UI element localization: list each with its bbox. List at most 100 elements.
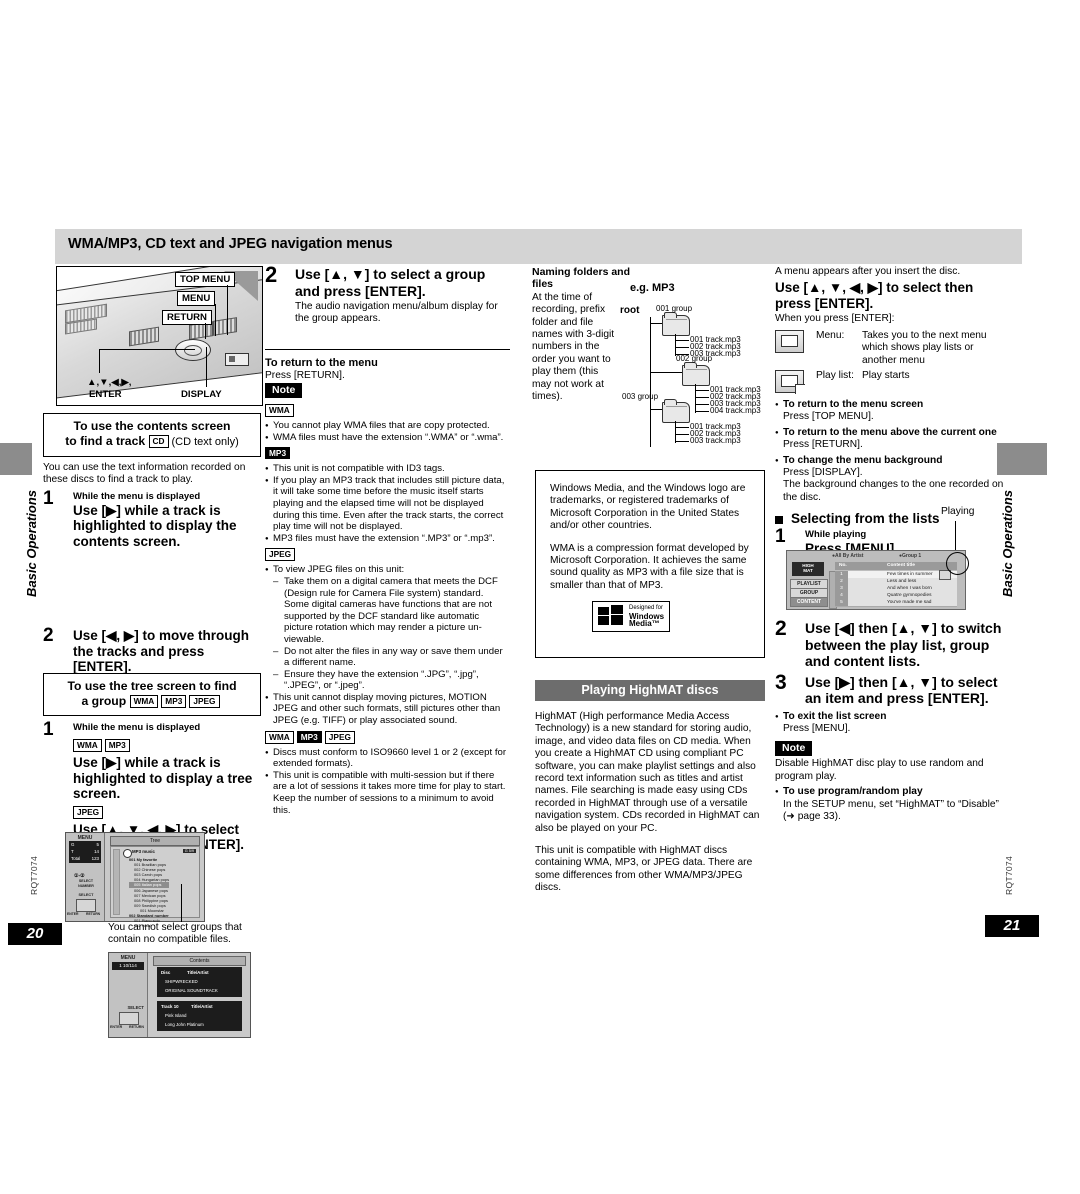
stat-total-label: Total [71, 856, 81, 861]
row-number: 1 [835, 571, 848, 578]
step-number: 2 [775, 617, 787, 640]
playing-highlight-circle [946, 552, 969, 575]
note-item: WMA files must have the extension “.WMA”… [265, 432, 510, 445]
note-bullet-head: To use program/random play [775, 786, 1007, 799]
screen-scrollbar[interactable] [113, 849, 120, 915]
highmat-menu-row: Menu: Takes you to the next menu which s… [775, 329, 1007, 367]
screen-track-row: Pink Island [165, 1013, 187, 1018]
row-title: And when I was born [887, 586, 932, 591]
logo-line-1: Designed for [629, 605, 664, 611]
page-number-left: 20 [8, 923, 62, 945]
return-to-menu-heading: To return to the menu [265, 357, 378, 370]
screen-disc-block: Disc Title/Artist SHIPWRECKED ORIGINAL S… [157, 967, 242, 997]
tag-jpeg: JPEG [189, 695, 220, 708]
note-item: This unit is compatible with multi-sessi… [265, 770, 510, 816]
note-bullet-body: In the SETUP menu, set “HighMAT” to “Dis… [783, 798, 999, 822]
highmat-bar-title: Playing HighMAT discs [535, 680, 765, 701]
tab-group-1[interactable]: ●Group 1 [899, 553, 921, 559]
list-column-headers: No. Content title [835, 562, 957, 570]
dpad-callout-line1: ▲,▼,◀,▶, [87, 377, 132, 388]
screen-tree-badge: G 5/9 [182, 849, 196, 853]
contents-intro: You can use the text information recorde… [43, 462, 246, 486]
player-illustration: TOP MENU MENU RETURN DISPLAY ▲,▼,◀,▶, EN… [56, 266, 263, 406]
tree-item: 007 Mexican pops [134, 892, 166, 898]
screen-menu-label: MENU [120, 955, 136, 961]
tree-box-heading: To use the tree screen to find a group W… [43, 673, 261, 716]
step-instruction: Use [▶] then [▲, ▼] to select an item an… [805, 673, 998, 707]
step-instruction-a: Use [▶] while a track is highlighted to … [73, 755, 253, 801]
folder-icon [682, 362, 710, 386]
screen-pad-enter: ENTER [67, 912, 79, 916]
row-title: Quatre gymnopedies [887, 593, 932, 598]
highmat-logo: HIGH MAT [792, 562, 824, 576]
playing-callout-label: Playing [941, 506, 975, 517]
tree-screen-section: To use the tree screen to find a group W… [43, 673, 261, 855]
note-item: MP3 files must have the extension “.MP3”… [265, 533, 510, 546]
note-subitem: Take them on a digital camera that meets… [273, 576, 510, 646]
bullet-head: To return to the menu above the current … [775, 427, 1007, 440]
step-body: The audio navigation menu/album display … [295, 301, 498, 325]
right-step-2: 2 Use [◀] then [▲, ▼] to switch between … [775, 617, 1007, 670]
screen-track-hdr-right: Title/Artist [191, 1004, 213, 1009]
windows-media-logo: Designed for Windows Media™ [592, 601, 671, 632]
step-precondition: While the menu is displayed [73, 490, 201, 502]
note-item: To view JPEG files on this unit: [265, 564, 510, 577]
step-instruction: Use [◀, ▶] to move through the tracks an… [73, 628, 250, 674]
tree-screen-mock: MENU G 5 T 14 Total 123 ①-② SELECT NUMBE… [65, 832, 205, 928]
callout-menu: MENU [177, 291, 216, 306]
row-title: Less and less [887, 579, 917, 584]
col-no: No. [839, 563, 847, 568]
tag-wma: WMA [129, 695, 159, 708]
screen-tree-root: MP3 music [132, 849, 155, 854]
highmat-playlist-row: Play list: Play starts [775, 370, 1007, 395]
tree-item: 006 Japanese pops [134, 887, 168, 893]
page-number-right: 21 [985, 915, 1039, 937]
screen-pad-select: SELECT [127, 1005, 144, 1010]
note-badge: Note [265, 383, 303, 398]
menu-folder-icon [775, 329, 804, 353]
tree-file-label: 003 track.mp3 [690, 436, 741, 445]
bullet-head: To return to the menu screen [775, 399, 1007, 412]
doc-code-left: RQT7074 [29, 856, 39, 895]
tag-jpeg: JPEG [73, 805, 104, 819]
tab-all-by-artist[interactable]: ●All By Artist [832, 553, 863, 559]
note-item: Discs must conform to ISO9660 level 1 or… [265, 747, 510, 770]
stat-g-value: 5 [96, 842, 99, 847]
screen-counter: 1 10/114 [112, 962, 144, 970]
logo-line-3: Media™ [629, 619, 660, 628]
row-number: 3 [835, 585, 848, 592]
screen-disc-hdr-left: Disc [161, 970, 171, 975]
tag-wma: WMA [73, 739, 102, 752]
trademark-box: Windows Media, and the Windows logo are … [535, 470, 765, 658]
side-label-left: Basic Operations [24, 490, 39, 597]
button-content[interactable]: CONTENT [790, 597, 828, 607]
notes-left-section: Note WMA You cannot play WMA files that … [265, 380, 510, 816]
step-instruction: Use [◀] then [▲, ▼] to switch between th… [805, 620, 1002, 669]
contents-step-1: 1 While the menu is displayed Use [▶] wh… [43, 488, 261, 550]
tag-jpeg: JPEG [265, 548, 296, 562]
stat-total-value: 123 [91, 856, 99, 861]
step-precondition: While the menu is displayed [73, 722, 201, 733]
callout-display: DISPLAY [181, 389, 222, 400]
row-number: 2 [835, 578, 848, 585]
menu-row-label: Menu: [816, 329, 845, 341]
right-intro: A menu appears after you insert the disc… [775, 266, 961, 277]
contents-heading-line1: To use the contents screen [73, 419, 231, 433]
playlist-folder-icon [775, 370, 805, 395]
dpad-callout-line2: ENTER [89, 389, 122, 400]
bullet-extra: The background changes to the one record… [783, 479, 1004, 503]
bullet-body: Press [DISPLAY]. [783, 467, 863, 479]
leader-line-return [205, 323, 207, 339]
list-item[interactable]: 5 You've made me sad [835, 599, 957, 607]
tree-spine [650, 317, 652, 447]
screen-tree-pane: MP3 music G 5/9 001 My favorite 001 Braz… [110, 846, 200, 928]
tree-group-label: 001 group [656, 304, 693, 313]
exit-list-heading: To exit the list screen [775, 711, 1007, 724]
row-title: You've made me sad [887, 600, 932, 605]
step-number: 2 [43, 625, 54, 646]
row-number: 4 [835, 592, 848, 599]
screen-pad-return: RETURN [86, 912, 101, 916]
leader-line-tree-caption [181, 884, 183, 922]
manual-page-spread: WMA/MP3, CD text and JPEG navigation men… [0, 0, 1080, 1194]
note-item: This unit is not compatible with ID3 tag… [265, 463, 510, 476]
